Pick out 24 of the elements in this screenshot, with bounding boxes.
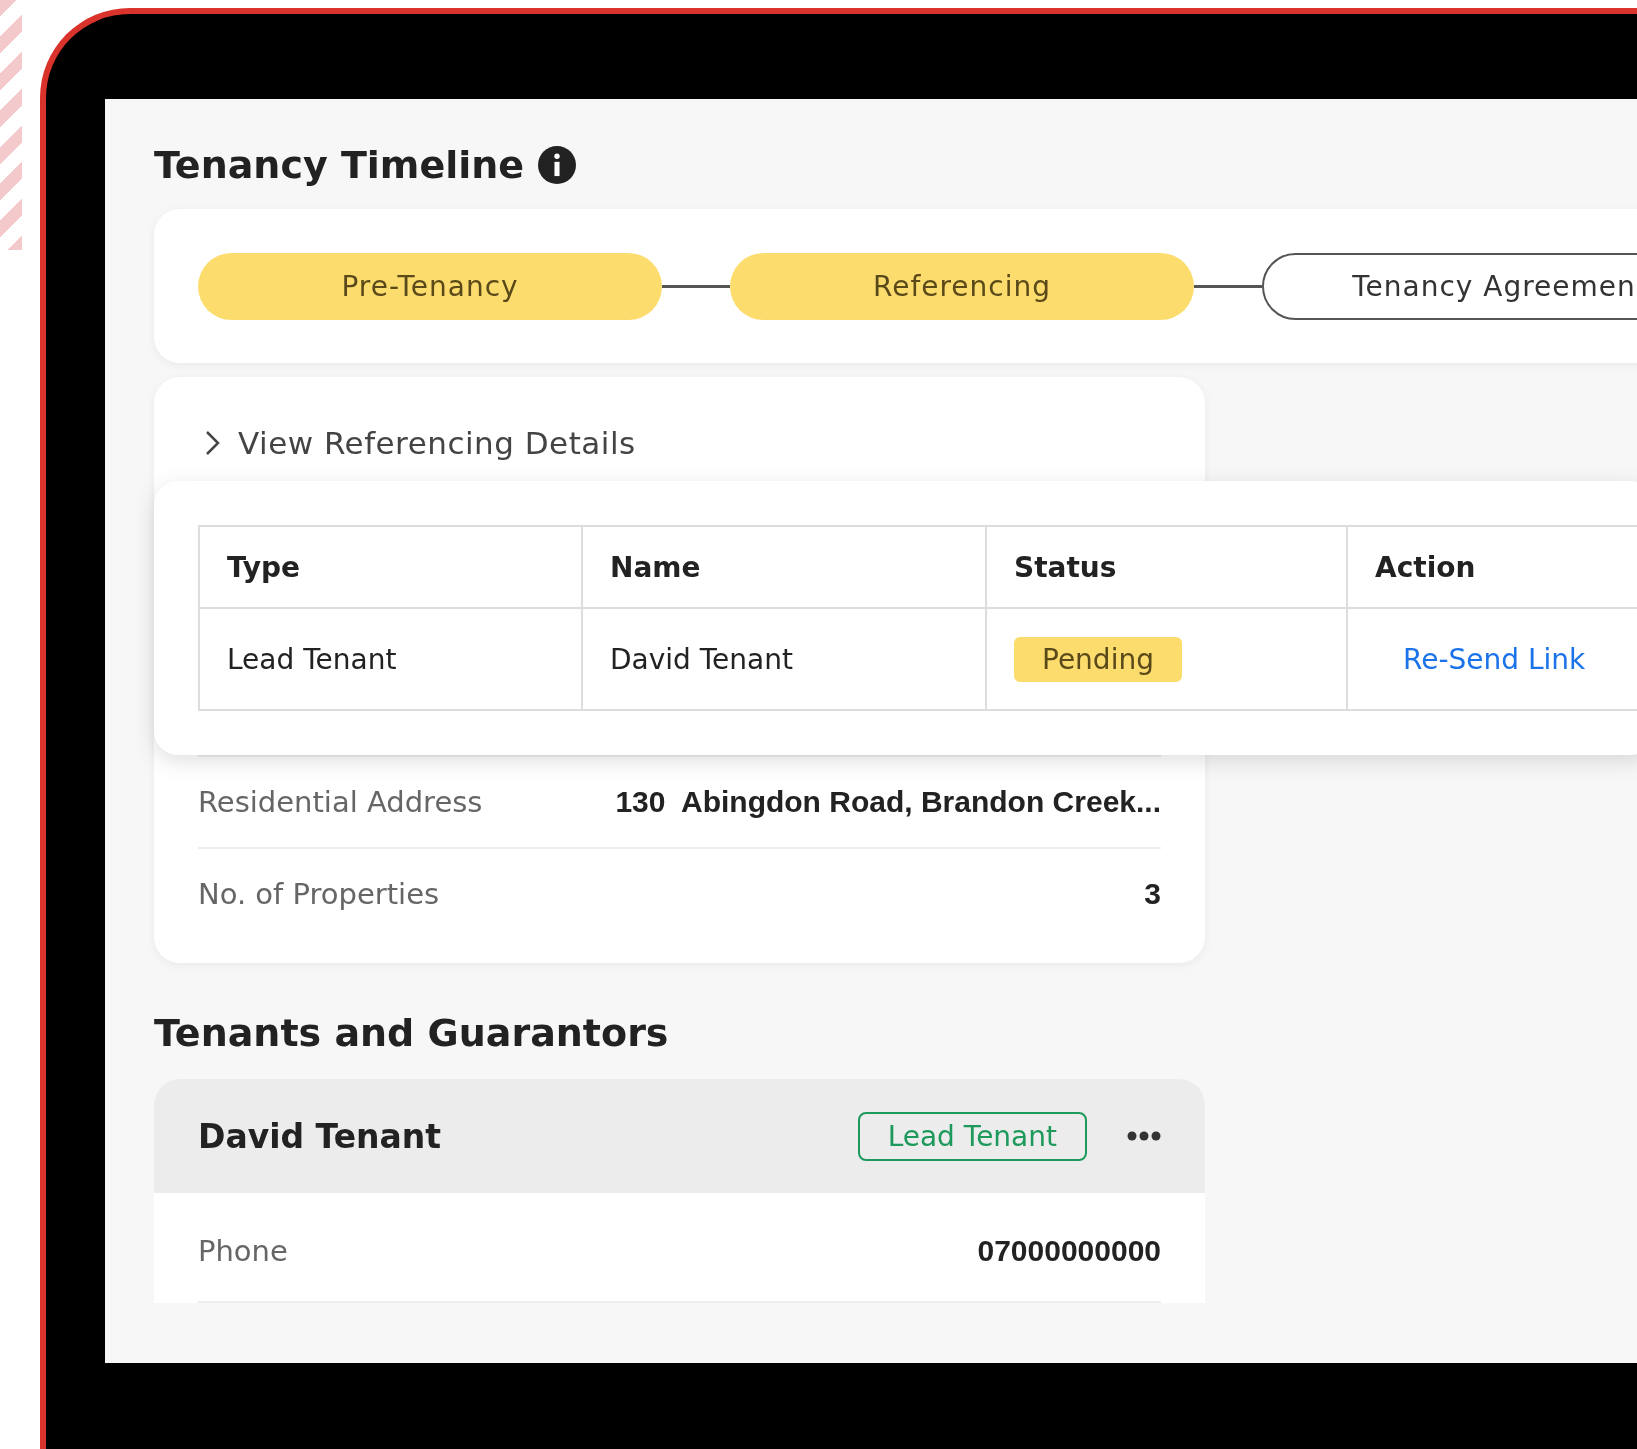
detail-value: 3	[1144, 877, 1161, 911]
table-header: Status	[987, 527, 1348, 607]
field-label: Phone	[198, 1234, 288, 1268]
info-icon[interactable]	[538, 146, 577, 184]
tenant-name: David Tenant	[198, 1116, 443, 1156]
detail-value: 130 Abingdon Road, Brandon Creek...	[615, 785, 1161, 819]
table-header: Action	[1348, 527, 1637, 607]
section-title: Tenants and Guarantors	[154, 1011, 670, 1055]
field-value: 07000000000	[977, 1234, 1161, 1268]
table-cell: David Tenant	[583, 607, 987, 709]
detail-label: Residential Address	[198, 785, 483, 819]
table-header: Type	[200, 527, 583, 607]
resend-link[interactable]: Re-Send Link	[1403, 642, 1586, 676]
timeline-step[interactable]: Pre-Tenancy	[198, 252, 662, 320]
timeline-step[interactable]: Referencing	[730, 252, 1194, 320]
page-title: Tenancy Timeline	[154, 143, 525, 187]
role-tag: Lead Tenant	[857, 1111, 1087, 1161]
status-tag: Pending	[1014, 636, 1182, 682]
detail-label: No. of Properties	[198, 877, 440, 911]
view-referencing-toggle[interactable]: View Referencing Details	[198, 425, 636, 461]
table-cell: Lead Tenant	[200, 607, 583, 709]
table-header: Name	[583, 527, 987, 607]
timeline-step[interactable]: Tenancy Agreemen	[1262, 252, 1637, 320]
chevron-right-icon	[204, 429, 222, 457]
